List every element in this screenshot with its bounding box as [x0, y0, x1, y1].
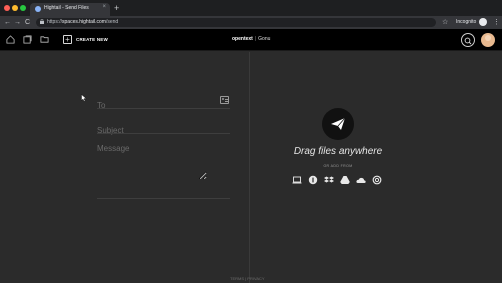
- close-window-button[interactable]: [4, 5, 10, 11]
- upload-sources: [292, 175, 386, 185]
- home-icon[interactable]: [6, 35, 15, 44]
- terms-link[interactable]: TERMS: [230, 276, 244, 281]
- tab-title: Hightail - Send Files: [44, 5, 89, 11]
- bookmark-star-icon[interactable]: ☆: [442, 18, 448, 27]
- add-from-label: OR ADD FROM: [323, 164, 353, 168]
- back-button[interactable]: ←: [4, 18, 11, 27]
- google-drive-icon[interactable]: [340, 175, 350, 185]
- footer-links: TERMS | PRIVACY: [230, 276, 265, 281]
- create-new-button[interactable]: CREATE NEW: [76, 37, 108, 42]
- folder-icon[interactable]: [40, 35, 49, 44]
- box-icon[interactable]: [308, 175, 318, 185]
- new-tab-button[interactable]: +: [114, 2, 119, 14]
- address-bar[interactable]: https://spaces.hightail.com/send: [36, 18, 436, 27]
- subject-underline: [97, 133, 230, 134]
- close-tab-icon[interactable]: ×: [102, 4, 106, 10]
- minimize-window-button[interactable]: [12, 5, 18, 11]
- brand-logo: opentext | Gonu: [232, 36, 271, 42]
- profile-label: Incognito: [456, 19, 477, 25]
- maximize-window-button[interactable]: [20, 5, 26, 11]
- send-page: Drag files anywhere OR ADD FROM: [0, 52, 502, 283]
- footer-separator: |: [245, 276, 247, 281]
- search-button[interactable]: [461, 33, 475, 47]
- forward-button[interactable]: →: [14, 18, 21, 27]
- subject-field: [97, 120, 230, 135]
- dropbox-icon[interactable]: [324, 175, 334, 185]
- message-field: [97, 144, 230, 200]
- computer-icon[interactable]: [292, 175, 302, 185]
- onedrive-icon[interactable]: [356, 175, 366, 185]
- drag-files-title: Drag files anywhere: [293, 146, 383, 157]
- upload-circle[interactable]: [322, 108, 354, 140]
- avatar[interactable]: [481, 33, 495, 47]
- spaces-icon[interactable]: [23, 35, 32, 44]
- reload-button[interactable]: C: [25, 18, 30, 27]
- browser-toolbar: ← → C https://spaces.hightail.com/send ☆…: [0, 16, 502, 29]
- creative-cloud-icon[interactable]: [372, 175, 382, 185]
- search-icon: [464, 37, 472, 45]
- mouse-cursor-icon: [81, 94, 87, 102]
- browser-tab[interactable]: Hightail - Send Files ×: [30, 3, 110, 16]
- to-underline: [97, 108, 230, 109]
- to-field: [97, 95, 230, 110]
- incognito-icon[interactable]: [479, 18, 487, 26]
- url-text: https://spaces.hightail.com/send: [47, 19, 119, 25]
- contacts-icon[interactable]: [220, 96, 229, 104]
- lock-icon: [40, 18, 44, 27]
- message-input[interactable]: [97, 144, 207, 180]
- paper-plane-icon: [331, 117, 346, 130]
- favicon-icon: [35, 6, 41, 12]
- drop-zone[interactable]: Drag files anywhere OR ADD FROM: [250, 52, 502, 252]
- message-underline: [97, 198, 230, 199]
- browser-window: Hightail - Send Files × + ← → C https://…: [0, 0, 502, 283]
- app-header: + CREATE NEW opentext | Gonu: [0, 29, 502, 51]
- tab-strip: Hightail - Send Files × +: [0, 0, 502, 16]
- privacy-link[interactable]: PRIVACY: [247, 276, 264, 281]
- plus-icon[interactable]: +: [63, 35, 72, 44]
- browser-menu-icon[interactable]: ⋮: [493, 18, 500, 27]
